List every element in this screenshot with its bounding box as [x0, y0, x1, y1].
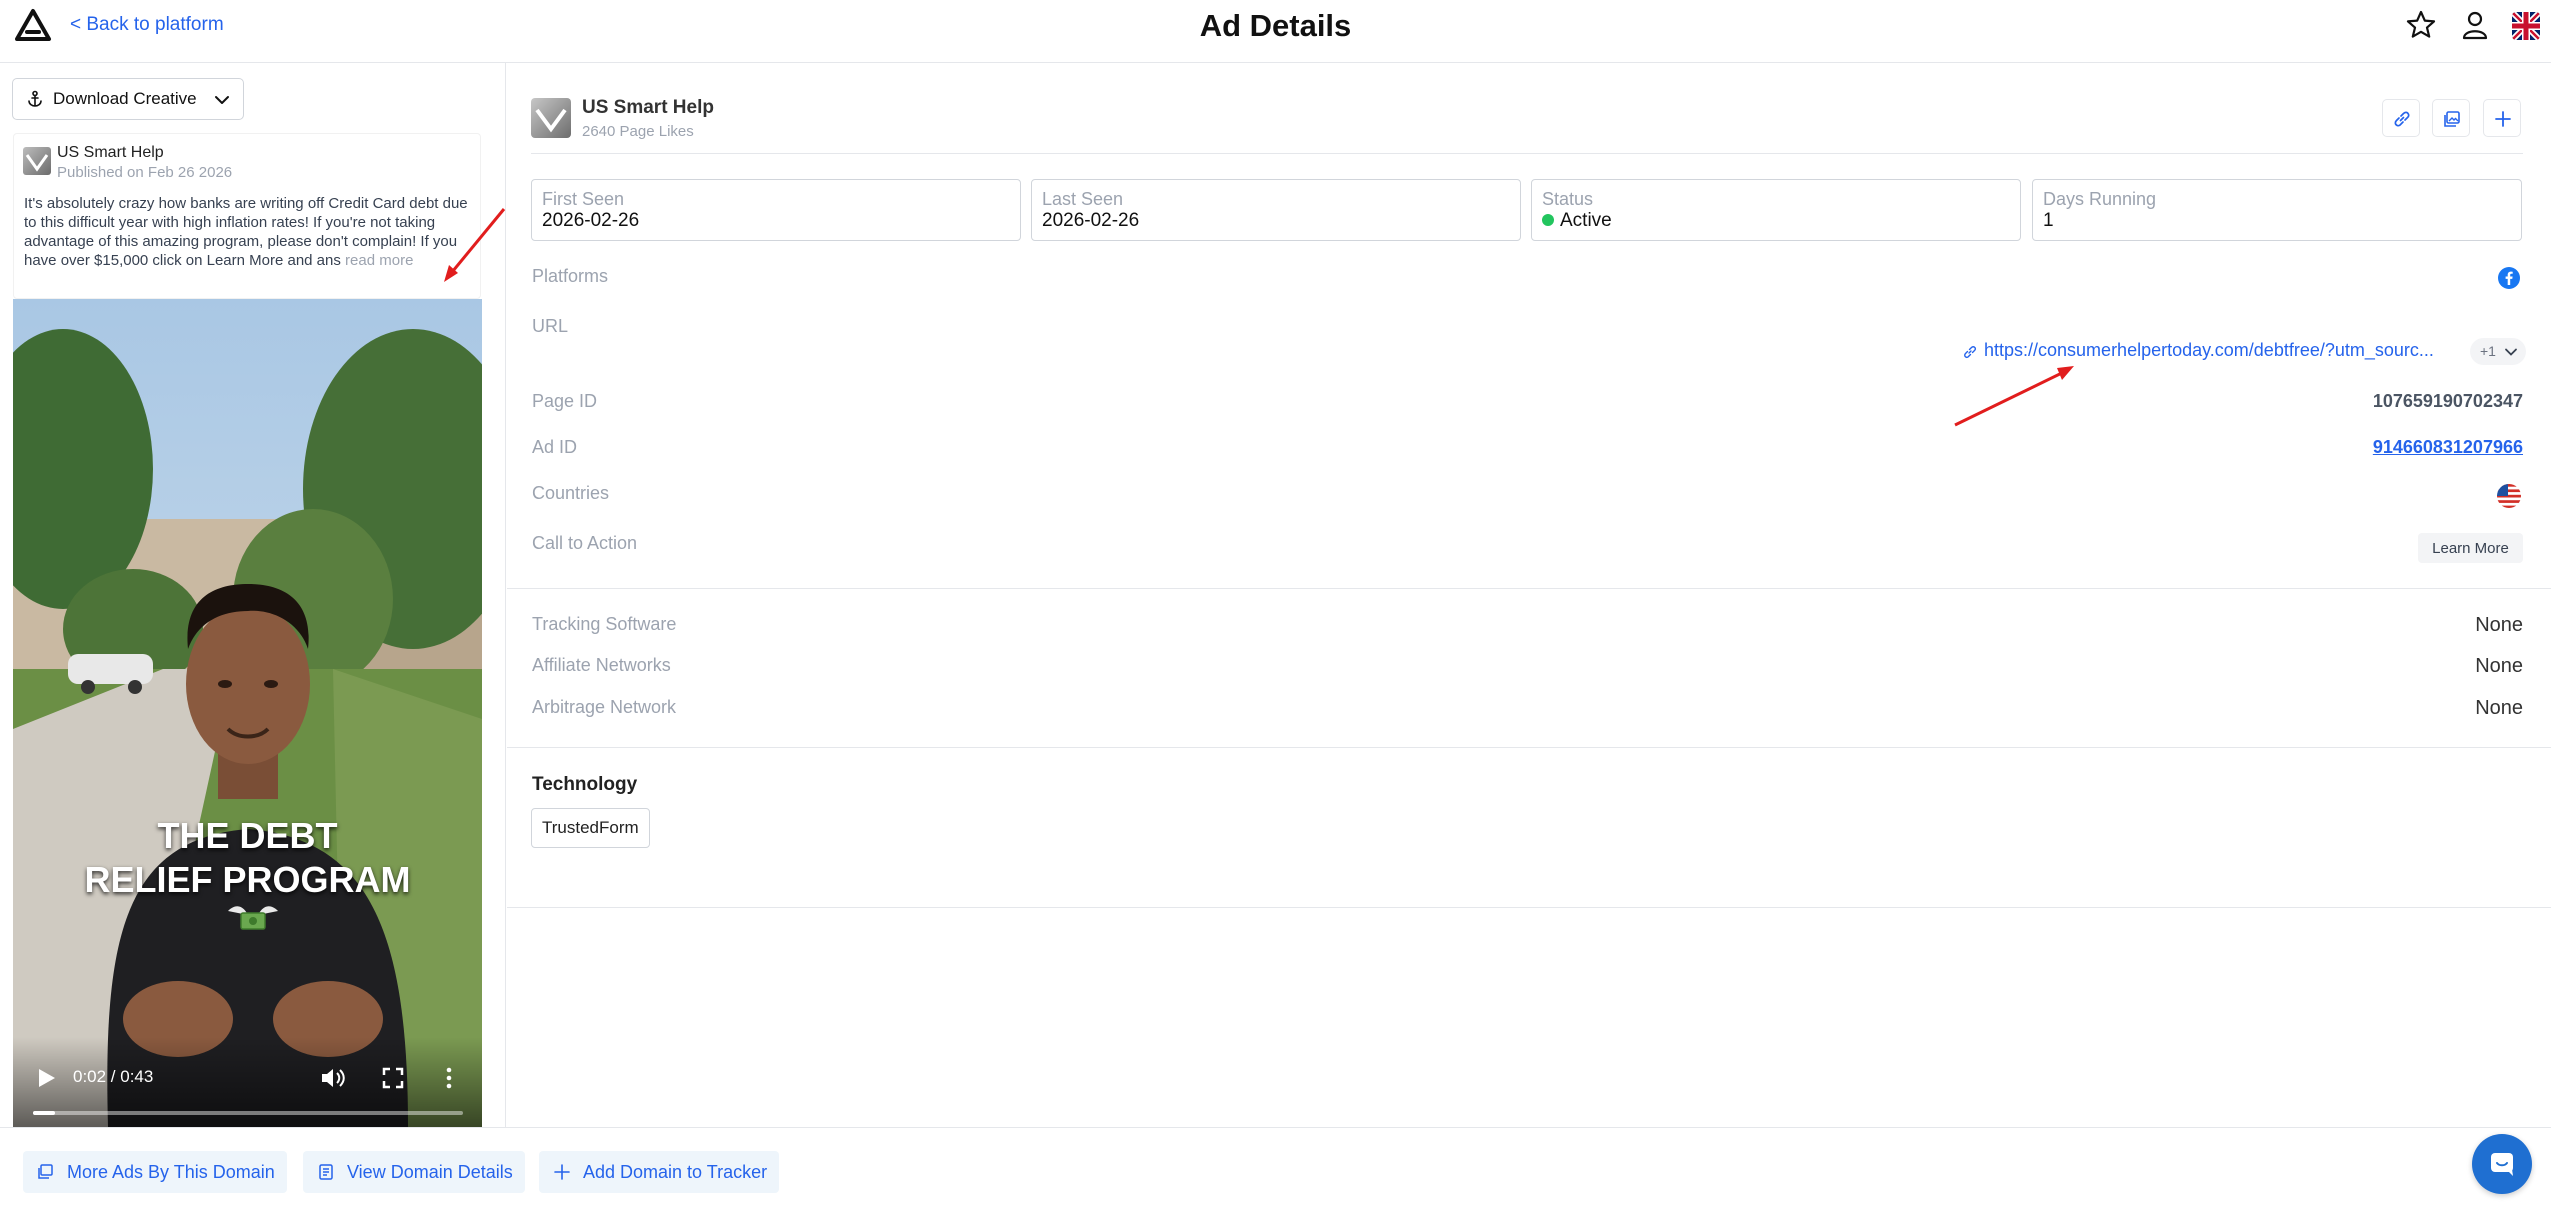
plus-icon — [2495, 111, 2511, 127]
add-domain-tracker-label: Add Domain to Tracker — [583, 1161, 768, 1182]
status-label: Status — [1542, 189, 1594, 209]
details-panel: US Smart Help 2640 Page Likes First Seen… — [507, 63, 2551, 1127]
video-player[interactable]: THE DEBT RELIEF PROGRAM 0:02 / 0:43 — [13, 299, 482, 1127]
video-caption-line2: RELIEF PROGRAM — [84, 859, 411, 900]
gallery-icon — [2444, 111, 2460, 127]
copy-link-button[interactable] — [2382, 99, 2420, 137]
first-seen-label: First Seen — [542, 189, 625, 209]
url-label: URL — [532, 316, 569, 336]
divider — [507, 747, 2551, 748]
last-seen-box: Last Seen 2026-02-26 — [1031, 179, 1521, 241]
url-more-toggle[interactable]: +1 — [2470, 338, 2526, 365]
play-icon[interactable] — [35, 1067, 57, 1089]
more-ads-by-domain-button[interactable]: More Ads By This Domain — [23, 1151, 287, 1193]
money-with-wings-icon — [228, 906, 278, 930]
last-seen-value: 2026-02-26 — [1042, 210, 1140, 231]
days-running-label: Days Running — [2043, 189, 2157, 209]
chat-support-button[interactable] — [2472, 1134, 2532, 1194]
affiliate-networks-label: Affiliate Networks — [532, 655, 671, 675]
download-creative-button[interactable]: Download Creative — [12, 78, 244, 120]
creative-panel: Download Creative US Smart Help Publishe… — [0, 63, 506, 1127]
view-domain-details-button[interactable]: View Domain Details — [303, 1151, 525, 1193]
tracking-software-value: None — [2475, 614, 2523, 636]
footer-actions: More Ads By This Domain View Domain Deta… — [0, 1127, 2551, 1212]
more-ads-label: More Ads By This Domain — [67, 1161, 275, 1182]
video-caption: THE DEBT RELIEF PROGRAM — [13, 814, 482, 902]
advertiser-page-likes: 2640 Page Likes — [582, 123, 694, 140]
first-seen-value: 2026-02-26 — [542, 210, 640, 231]
link-icon — [1964, 346, 1977, 359]
cta-label: Call to Action — [532, 533, 638, 553]
first-seen-box: First Seen 2026-02-26 — [531, 179, 1021, 241]
arbitrage-network-label: Arbitrage Network — [532, 697, 677, 717]
technology-title: Technology — [532, 774, 638, 795]
last-seen-label: Last Seen — [1042, 189, 1124, 209]
post-published-date: Published on Feb 26 2026 — [57, 164, 233, 181]
us-flag-icon — [2497, 484, 2521, 508]
chevron-down-icon — [215, 96, 229, 104]
view-domain-details-label: View Domain Details — [347, 1161, 513, 1182]
affiliate-networks-value: None — [2475, 655, 2523, 677]
page-id-label: Page ID — [532, 391, 598, 411]
tracking-software-label: Tracking Software — [532, 614, 677, 634]
fullscreen-icon[interactable] — [381, 1066, 405, 1090]
video-progress-fill — [33, 1111, 55, 1115]
arbitrage-network-value: None — [2475, 697, 2523, 719]
video-frame — [13, 299, 482, 1127]
video-caption-line1: THE DEBT — [157, 815, 338, 856]
advertiser-avatar — [531, 98, 571, 138]
technology-tag: TrustedForm — [531, 808, 650, 848]
facebook-icon[interactable] — [2497, 266, 2521, 290]
divider — [507, 588, 2551, 589]
volume-icon[interactable] — [320, 1066, 346, 1090]
status-value: Active — [1542, 210, 1612, 232]
anchor-icon — [28, 90, 42, 107]
days-running-value: 1 — [2043, 210, 2054, 231]
read-more-link[interactable]: read more — [345, 252, 413, 269]
learn-more-cta-badge: Learn More — [2418, 533, 2523, 563]
ad-id-link[interactable]: 914660831207966 — [2373, 437, 2523, 458]
gallery-icon — [38, 1164, 53, 1179]
video-time: 0:02 / 0:43 — [73, 1067, 154, 1086]
gallery-button[interactable] — [2432, 99, 2470, 137]
star-icon[interactable] — [2404, 8, 2438, 42]
chevron-down-icon — [2505, 348, 2517, 356]
countries-label: Countries — [532, 483, 610, 503]
more-options-icon[interactable] — [444, 1066, 454, 1090]
page-avatar — [23, 147, 51, 175]
document-icon — [319, 1164, 333, 1180]
chat-icon — [2491, 1153, 2513, 1176]
post-text: It's absolutely crazy how banks are writ… — [24, 194, 484, 270]
plus-icon — [554, 1164, 570, 1180]
platforms-label: Platforms — [532, 266, 609, 286]
top-header: < Back to platform Ad Details — [0, 0, 2551, 63]
post-card: US Smart Help Published on Feb 26 2026 I… — [13, 133, 481, 299]
status-text: Active — [1560, 210, 1612, 231]
page-title: Ad Details — [1199, 8, 1352, 43]
user-icon[interactable] — [2458, 8, 2492, 42]
divider — [507, 907, 2551, 908]
status-box: Status Active — [1531, 179, 2021, 241]
ad-id-label: Ad ID — [532, 437, 578, 457]
post-page-name: US Smart Help — [57, 144, 164, 161]
url-more-count: +1 — [2480, 343, 2496, 359]
page-id-value: 107659190702347 — [2372, 391, 2523, 411]
add-button[interactable] — [2483, 99, 2521, 137]
video-progress-bar[interactable] — [33, 1111, 463, 1115]
days-running-box: Days Running 1 — [2032, 179, 2522, 241]
ad-url-link[interactable]: https://consumerhelpertoday.com/debtfree… — [1984, 340, 2459, 361]
link-icon — [2394, 111, 2410, 127]
url-field: https://consumerhelpertoday.com/debtfree… — [1962, 338, 2526, 366]
video-controls: 0:02 / 0:43 — [13, 1037, 482, 1127]
uk-flag-icon[interactable] — [2512, 12, 2540, 40]
status-active-dot — [1542, 214, 1554, 226]
add-domain-to-tracker-button[interactable]: Add Domain to Tracker — [539, 1151, 780, 1193]
advertiser-name: US Smart Help — [582, 97, 714, 118]
divider — [531, 153, 2523, 154]
download-creative-label: Download Creative — [53, 89, 197, 108]
